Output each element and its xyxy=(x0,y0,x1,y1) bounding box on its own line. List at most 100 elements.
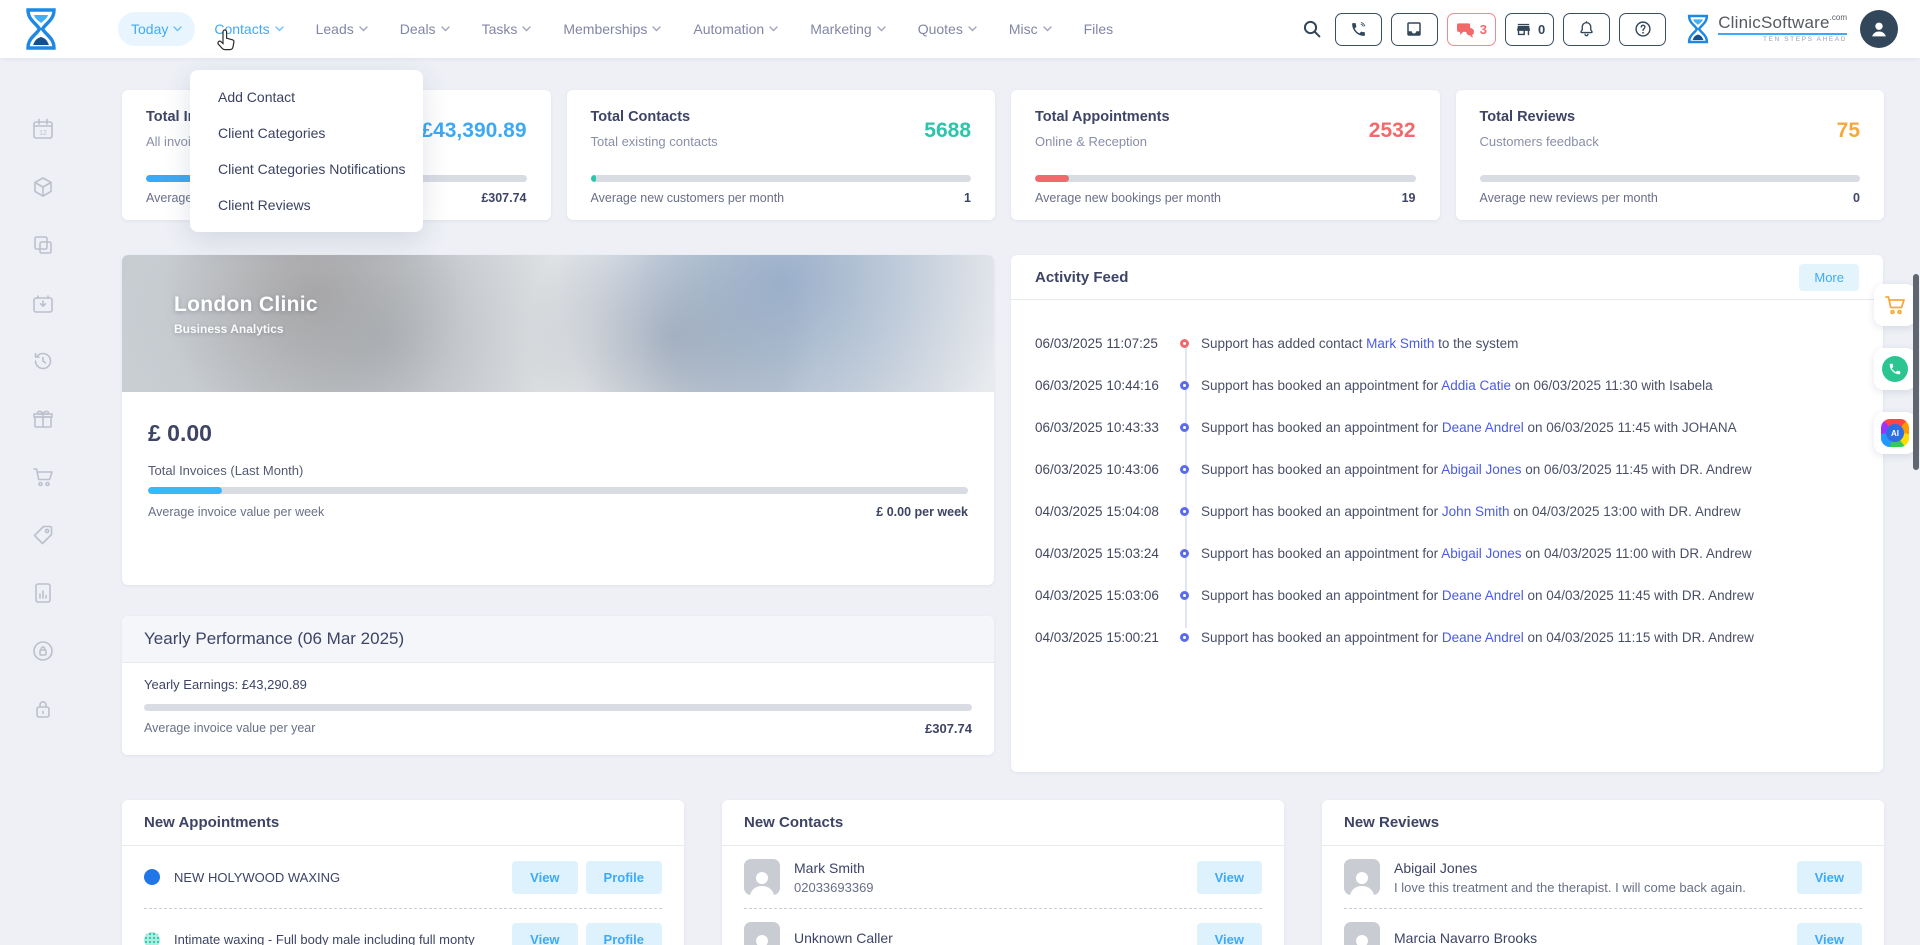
dropdown-menu-item[interactable]: Client Reviews xyxy=(190,187,423,223)
nav-item[interactable]: Memberships xyxy=(550,12,674,46)
activity-timestamp: 04/03/2025 15:03:06 xyxy=(1035,588,1170,603)
nav-item-label: Contacts xyxy=(214,21,269,37)
monthly-progress-fill xyxy=(148,487,222,494)
clinic-banner-photo: London Clinic Business Analytics xyxy=(122,255,994,392)
activity-text-post: on 04/03/2025 11:15 with DR. Andrew xyxy=(1524,630,1754,645)
activity-more-button[interactable]: More xyxy=(1799,264,1859,291)
stat-progress-fill xyxy=(591,175,597,182)
yearly-performance-title: Yearly Performance (06 Mar 2025) xyxy=(122,616,994,663)
store-icon xyxy=(1514,21,1533,38)
nav-item[interactable]: Quotes xyxy=(905,12,990,46)
app-logo-hourglass-icon[interactable] xyxy=(22,7,60,51)
floating-quick-actions: AI xyxy=(1874,284,1916,454)
user-avatar[interactable] xyxy=(1860,10,1898,48)
booking-calendar-icon[interactable] xyxy=(30,290,56,316)
profile-button[interactable]: Profile xyxy=(586,861,662,894)
activity-text: Support has booked an appointment for Jo… xyxy=(1201,504,1741,519)
search-icon[interactable] xyxy=(1298,15,1326,43)
nav-item[interactable]: Automation xyxy=(680,12,791,46)
lock-icon[interactable] xyxy=(30,696,56,722)
profile-button[interactable]: Profile xyxy=(586,923,662,945)
phone-icon xyxy=(1882,356,1908,382)
ai-assistant-button[interactable]: AI xyxy=(1874,412,1916,454)
activity-contact-link[interactable]: Abigail Jones xyxy=(1441,462,1521,477)
chat-badge: 3 xyxy=(1480,22,1487,37)
activity-text-pre: Support has booked an appointment for xyxy=(1201,588,1442,603)
quick-call-button[interactable] xyxy=(1874,348,1916,390)
dropdown-menu-item[interactable]: Client Categories Notifications xyxy=(190,151,423,187)
activity-timestamp: 06/03/2025 10:43:06 xyxy=(1035,462,1170,477)
cart-icon[interactable] xyxy=(30,464,56,490)
user-icon xyxy=(1868,18,1890,40)
activity-contact-link[interactable]: Deane Andrel xyxy=(1442,420,1524,435)
calendar-icon[interactable]: 12 xyxy=(30,116,56,142)
activity-timestamp: 06/03/2025 11:07:25 xyxy=(1035,336,1170,351)
activity-list: 06/03/2025 11:07:25 Support has added co… xyxy=(1011,300,1883,658)
stat-value: 2532 xyxy=(1369,119,1416,149)
view-button[interactable]: View xyxy=(512,861,577,894)
nav-item[interactable]: Tasks xyxy=(469,12,545,46)
dropdown-menu-item[interactable]: Client Categories xyxy=(190,115,423,151)
phone-icon xyxy=(1350,21,1367,38)
nav-item-label: Memberships xyxy=(563,21,647,37)
activity-contact-link[interactable]: Addia Catie xyxy=(1441,378,1511,393)
stat-card[interactable]: Total Appointments Online & Reception 25… xyxy=(1011,90,1440,220)
timeline-dot-icon xyxy=(1180,633,1189,642)
monthly-invoices-label: Total Invoices (Last Month) xyxy=(148,463,968,478)
chevron-down-icon xyxy=(359,26,368,32)
gift-icon[interactable] xyxy=(30,406,56,432)
activity-contact-link[interactable]: Mark Smith xyxy=(1366,336,1434,351)
stat-card[interactable]: Total Contacts Total existing contacts 5… xyxy=(567,90,996,220)
nav-item[interactable]: Files xyxy=(1071,12,1127,46)
nav-item-label: Tasks xyxy=(482,21,518,37)
secure-account-icon[interactable] xyxy=(30,638,56,664)
activity-entry: 04/03/2025 15:00:21 Support has booked a… xyxy=(1035,616,1859,658)
review-row: Abigail Jones I love this treatment and … xyxy=(1344,846,1862,908)
dialer-button[interactable] xyxy=(1335,13,1382,46)
activity-entry: 06/03/2025 10:44:16 Support has booked a… xyxy=(1035,364,1859,406)
brand-hourglass-icon xyxy=(1685,13,1711,45)
stat-card[interactable]: Total Reviews Customers feedback 75 Aver… xyxy=(1456,90,1885,220)
activity-contact-link[interactable]: Deane Andrel xyxy=(1442,630,1524,645)
history-icon[interactable] xyxy=(30,348,56,374)
dropdown-menu-item[interactable]: Add Contact xyxy=(190,79,423,115)
help-button[interactable] xyxy=(1619,13,1666,46)
view-button[interactable]: View xyxy=(1797,923,1862,945)
new-appointments-title: New Appointments xyxy=(122,800,684,846)
activity-text-post: on 04/03/2025 11:45 with DR. Andrew xyxy=(1524,588,1754,603)
chevron-down-icon xyxy=(522,26,531,32)
stat-title: Total Reviews xyxy=(1480,109,1599,125)
nav-item[interactable]: Today xyxy=(118,12,195,46)
nav-item[interactable]: Marketing xyxy=(797,12,898,46)
store-button[interactable]: 0 xyxy=(1505,13,1554,46)
activity-text-pre: Support has booked an appointment for xyxy=(1201,504,1442,519)
package-icon[interactable] xyxy=(30,174,56,200)
quick-cart-button[interactable] xyxy=(1874,284,1916,326)
activity-text: Support has booked an appointment for Ab… xyxy=(1201,546,1752,561)
chat-button[interactable]: 3 xyxy=(1447,13,1496,46)
scrollbar-thumb[interactable] xyxy=(1913,274,1919,470)
weekly-average-label: Average invoice value per week xyxy=(148,505,324,519)
activity-text-pre: Support has booked an appointment for xyxy=(1201,462,1441,477)
activity-contact-link[interactable]: John Smith xyxy=(1442,504,1510,519)
notifications-button[interactable] xyxy=(1563,13,1610,46)
activity-text-pre: Support has booked an appointment for xyxy=(1201,420,1442,435)
view-button[interactable]: View xyxy=(512,923,577,945)
inbox-button[interactable] xyxy=(1391,13,1438,46)
activity-timestamp: 04/03/2025 15:00:21 xyxy=(1035,630,1170,645)
price-tag-icon[interactable] xyxy=(30,522,56,548)
nav-item[interactable]: Contacts xyxy=(201,12,296,46)
activity-contact-link[interactable]: Deane Andrel xyxy=(1442,588,1524,603)
copy-icon[interactable] xyxy=(30,232,56,258)
nav-item[interactable]: Leads xyxy=(303,12,381,46)
nav-item[interactable]: Misc xyxy=(996,12,1065,46)
view-button[interactable]: View xyxy=(1197,923,1262,945)
report-icon[interactable] xyxy=(30,580,56,606)
timeline-dot-icon xyxy=(1180,591,1189,600)
view-button[interactable]: View xyxy=(1197,861,1262,894)
activity-contact-link[interactable]: Abigail Jones xyxy=(1441,546,1521,561)
nav-item[interactable]: Deals xyxy=(387,12,463,46)
help-icon xyxy=(1634,20,1652,38)
view-button[interactable]: View xyxy=(1797,861,1862,894)
chevron-down-icon xyxy=(275,26,284,32)
